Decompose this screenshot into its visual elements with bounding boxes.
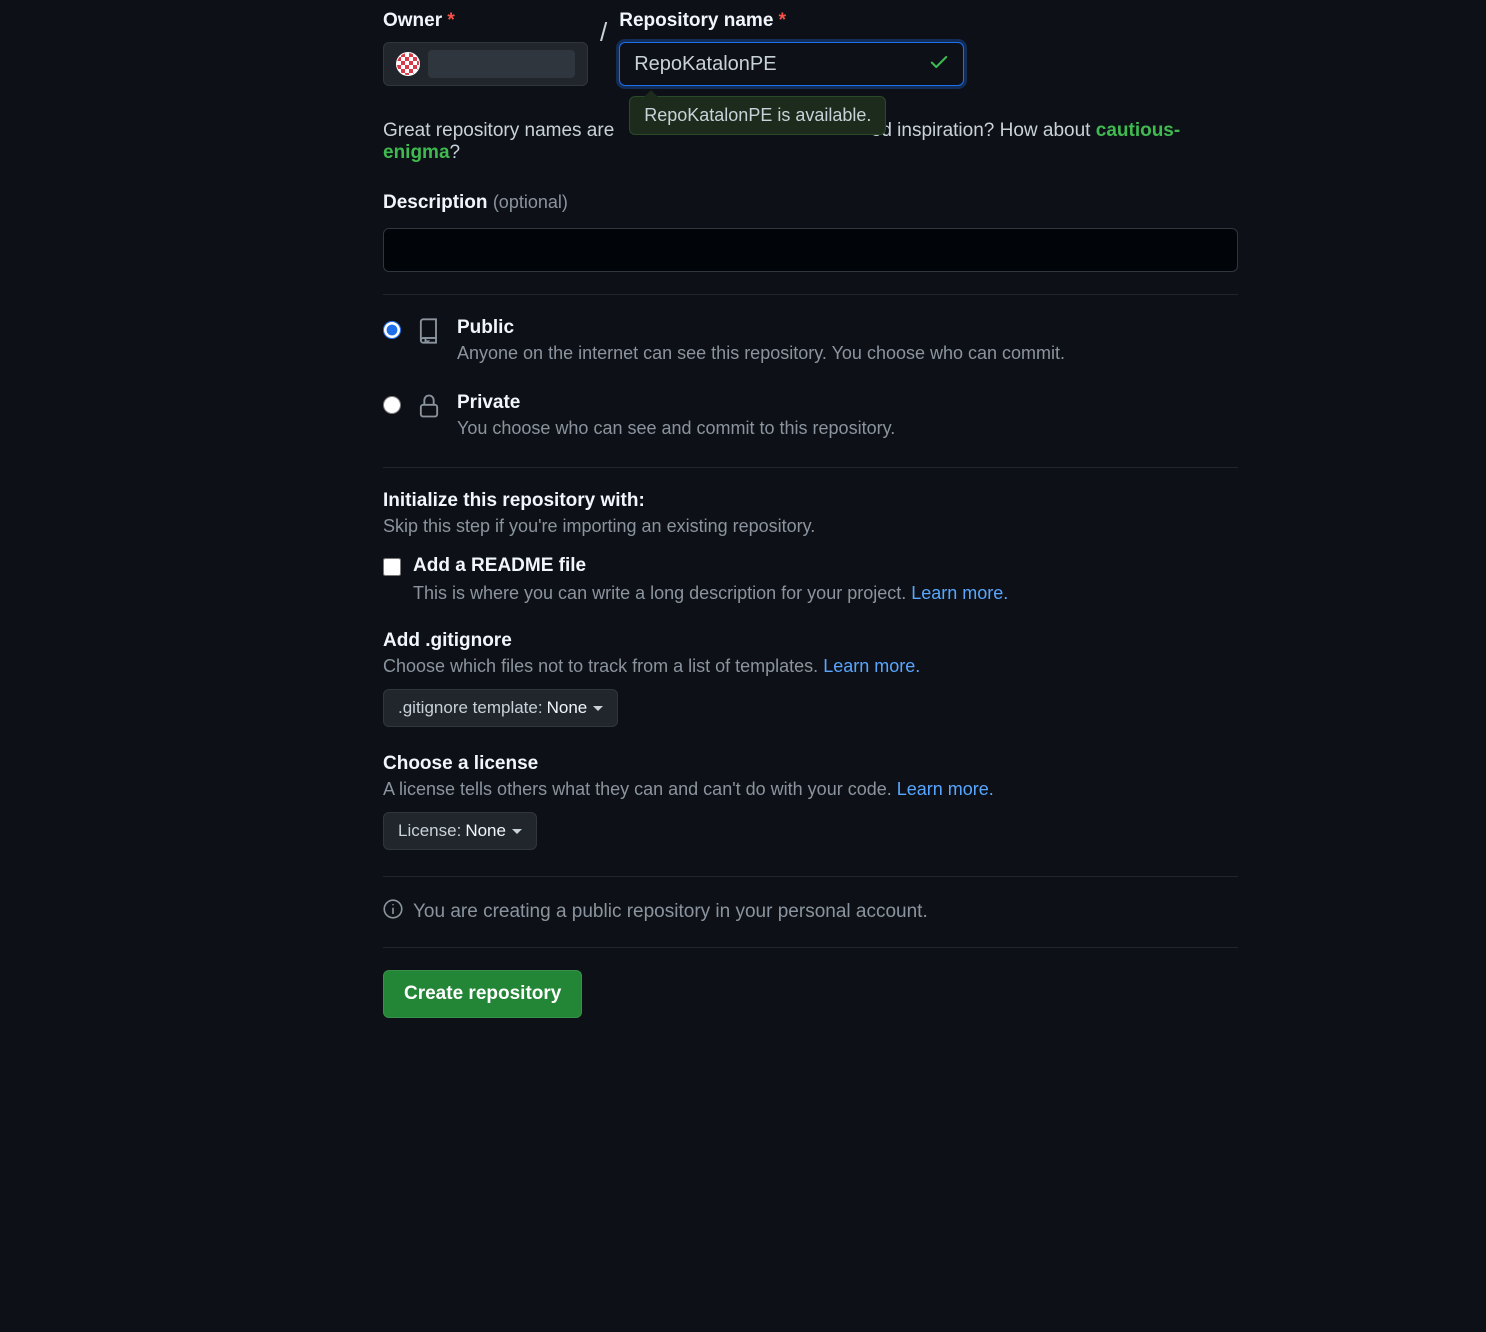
license-btn-prefix: License: [398,821,461,841]
init-heading: Initialize this repository with: [383,490,1238,512]
description-input[interactable] [383,228,1238,272]
description-label: Description (optional) [383,192,1238,214]
optional-text: (optional) [493,192,568,212]
owner-label-text: Owner [383,10,442,31]
license-select[interactable]: License: None [383,812,537,850]
required-asterisk: * [779,10,786,31]
divider [383,947,1238,948]
hint-suffix: ? [450,142,461,163]
public-title: Public [457,317,1065,339]
readme-sub: This is where you can write a long descr… [413,583,911,603]
gitignore-btn-prefix: .gitignore template: [398,698,543,718]
create-repository-button[interactable]: Create repository [383,970,582,1018]
readme-checkbox[interactable] [383,558,401,576]
license-sub: A license tells others what they can and… [383,779,897,799]
license-heading: Choose a license [383,753,1238,775]
check-icon [928,51,950,78]
private-sub: You choose who can see and commit to thi… [457,418,895,438]
description-label-text: Description [383,192,488,213]
owner-label: Owner * [383,10,588,32]
owner-name-placeholder [428,50,575,78]
divider [383,467,1238,468]
availability-tooltip: RepoKatalonPE is available. [629,96,886,135]
gitignore-select[interactable]: .gitignore template: None [383,689,618,727]
private-title: Private [457,392,895,414]
gitignore-learn-link[interactable]: Learn more. [823,656,920,676]
readme-title: Add a README file [413,555,586,577]
repo-icon [415,317,443,350]
public-sub: Anyone on the internet can see this repo… [457,343,1065,363]
gitignore-heading: Add .gitignore [383,630,1238,652]
repo-name-label: Repository name * [619,10,964,32]
required-asterisk: * [447,10,454,31]
gitignore-btn-value: None [547,698,588,718]
info-text: You are creating a public repository in … [413,901,928,923]
gitignore-sub: Choose which files not to track from a l… [383,656,823,676]
init-sub: Skip this step if you're importing an ex… [383,516,1238,537]
readme-learn-link[interactable]: Learn more. [911,583,1008,603]
owner-select[interactable] [383,42,588,86]
divider [383,294,1238,295]
repo-name-label-text: Repository name [619,10,773,31]
slash-separator: / [600,10,607,54]
license-learn-link[interactable]: Learn more. [897,779,994,799]
public-radio[interactable] [383,321,401,339]
info-icon [383,899,403,925]
private-radio[interactable] [383,396,401,414]
hint-mid: ed inspiration? How about [871,120,1096,141]
divider [383,876,1238,877]
caret-down-icon [593,706,603,711]
avatar [396,52,420,76]
lock-icon [415,392,443,425]
caret-down-icon [512,829,522,834]
repo-name-input[interactable] [619,42,964,86]
hint-prefix: Great repository names are [383,120,614,141]
license-btn-value: None [465,821,506,841]
